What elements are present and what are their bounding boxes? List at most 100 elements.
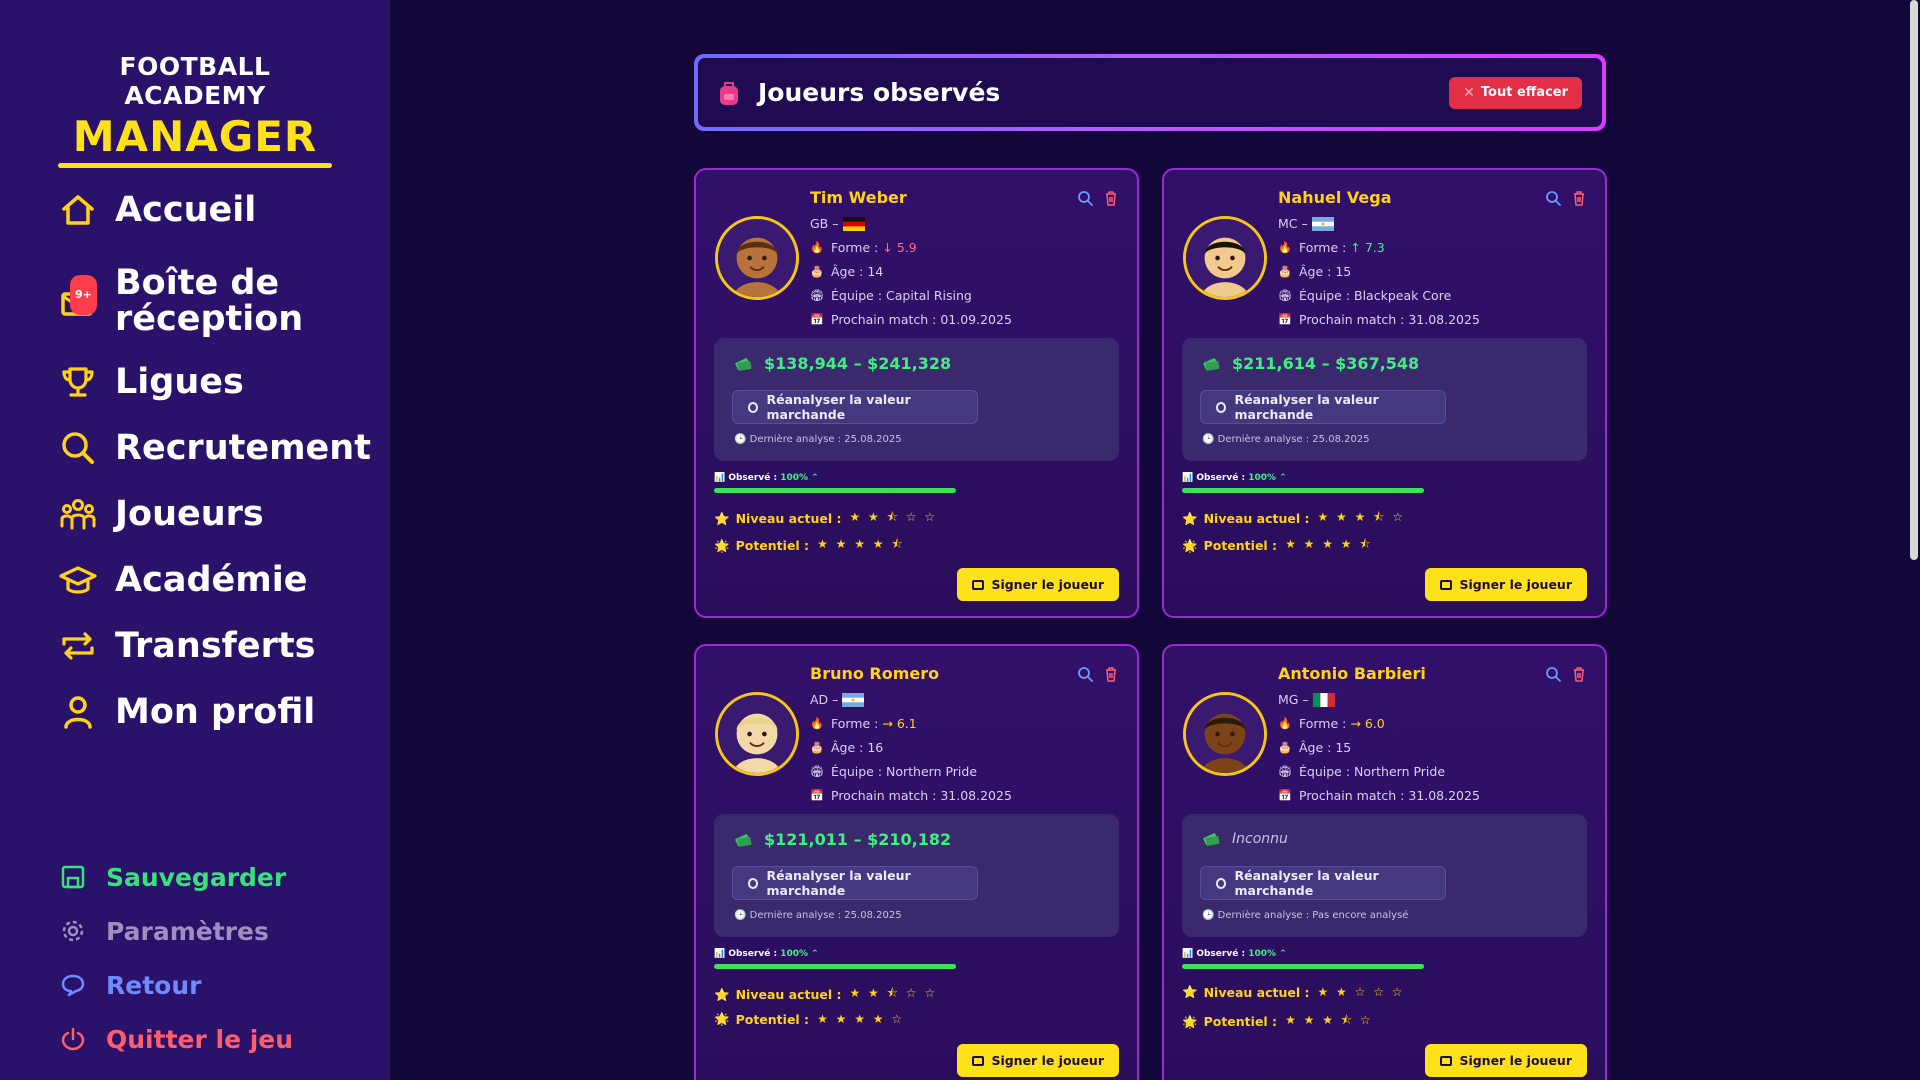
player-team: 🏟 Équipe : Capital Rising bbox=[810, 284, 1012, 308]
nav-item-joueurs[interactable]: Joueurs bbox=[58, 494, 264, 534]
forme-arrow-icon: ↓ bbox=[882, 240, 893, 255]
observed-percent: 100% bbox=[780, 949, 808, 959]
refresh-icon bbox=[748, 877, 759, 889]
market-value-text: $138,944 – $241,328 bbox=[764, 354, 952, 373]
observed-progress-fill bbox=[1182, 964, 1424, 969]
up-chevron-icon: ⌃ bbox=[811, 949, 819, 959]
nav-item-inbox[interactable]: 9+ Boîte de réception bbox=[58, 265, 303, 337]
star-icon: ⭐ bbox=[1182, 984, 1198, 999]
nav-item-transferts[interactable]: Transferts bbox=[58, 626, 315, 666]
player-name[interactable]: Antonio Barbieri bbox=[1278, 664, 1426, 683]
user-icon bbox=[58, 692, 98, 732]
search-icon[interactable] bbox=[1545, 190, 1561, 206]
money-icon bbox=[735, 357, 752, 371]
reanalyze-button[interactable]: Réanalyser la valeur marchande bbox=[732, 390, 978, 424]
player-name[interactable]: Bruno Romero bbox=[810, 664, 939, 683]
settings-button[interactable]: Paramètres bbox=[60, 904, 293, 958]
nav-item-ligues[interactable]: Ligues bbox=[58, 362, 244, 402]
player-forme: 🔥 Forme : ↑ 7.3 bbox=[1278, 236, 1480, 260]
search-icon[interactable] bbox=[1077, 190, 1093, 206]
up-chevron-icon: ⌃ bbox=[1279, 473, 1287, 483]
clear-all-label: Tout effacer bbox=[1480, 85, 1568, 100]
sign-player-button[interactable]: Signer le joueur bbox=[957, 568, 1119, 601]
market-value-box: $138,944 – $241,328 Réanalyser la valeur… bbox=[714, 338, 1119, 461]
player-name[interactable]: Nahuel Vega bbox=[1278, 188, 1391, 207]
logo-main-text: MANAGER bbox=[72, 112, 318, 161]
trash-icon[interactable] bbox=[1103, 666, 1119, 682]
cake-icon: 🎂 bbox=[1278, 265, 1292, 278]
player-info: AD – 🔥 Forme : → 6.1 🎂 Âge : 16 🏟 Équipe : No… bbox=[810, 688, 1012, 808]
player-forme: 🔥 Forme : → 6.0 bbox=[1278, 712, 1480, 736]
player-name[interactable]: Tim Weber bbox=[810, 188, 907, 207]
current-level: ⭐ Niveau actuel : ★ ★ ⯪ ☆ ☆ bbox=[714, 508, 937, 529]
current-level-stars: ★ ★ ☆ ☆ ☆ bbox=[1317, 985, 1405, 999]
nav-item-profil[interactable]: Mon profil bbox=[58, 692, 315, 732]
sparkle-icon: 🌟 bbox=[714, 537, 730, 553]
trash-icon[interactable] bbox=[1103, 190, 1119, 206]
market-value-box: Inconnu Réanalyser la valeur marchande 🕒… bbox=[1182, 814, 1587, 937]
reanalyze-label: Réanalyser la valeur marchande bbox=[1234, 392, 1379, 422]
nav-item-accueil[interactable]: Accueil bbox=[58, 190, 256, 230]
chart-icon: 📊 bbox=[1182, 949, 1197, 959]
player-next-match: 📅 Prochain match : 31.08.2025 bbox=[810, 784, 1012, 808]
market-value: $211,614 – $367,548 bbox=[1202, 354, 1419, 373]
forme-value: 7.3 bbox=[1364, 240, 1385, 255]
chart-icon: 📊 bbox=[714, 949, 729, 959]
forme-label: Forme : bbox=[1299, 716, 1347, 731]
potential-stars: ★ ★ ★ ★ ☆ bbox=[817, 1012, 905, 1026]
sign-player-button[interactable]: Signer le joueur bbox=[1425, 1044, 1587, 1077]
player-avatar bbox=[715, 216, 799, 300]
sign-player-label: Signer le joueur bbox=[1459, 1053, 1572, 1068]
observed-percent: 100% bbox=[780, 473, 808, 483]
sign-player-button[interactable]: Signer le joueur bbox=[957, 1044, 1119, 1077]
reanalyze-button[interactable]: Réanalyser la valeur marchande bbox=[1200, 866, 1446, 900]
last-analysis: 🕒 Dernière analyse : 25.08.2025 bbox=[734, 910, 902, 921]
trash-icon[interactable] bbox=[1571, 190, 1587, 206]
search-icon[interactable] bbox=[1545, 666, 1561, 682]
observed-label: Observé : bbox=[728, 949, 778, 959]
nav-item-recrutement[interactable]: Recrutement bbox=[58, 428, 371, 468]
app-logo: FOOTBALL ACADEMY MANAGER bbox=[58, 52, 332, 168]
nav-item-academie[interactable]: Académie bbox=[58, 560, 307, 600]
potential-level: 🌟 Potentiel : ★ ★ ★ ★ ⯪ bbox=[1182, 535, 1373, 556]
flag-italy-icon bbox=[1312, 693, 1335, 707]
market-value-box: $211,614 – $367,548 Réanalyser la valeur… bbox=[1182, 338, 1587, 461]
current-level-stars: ★ ★ ⯪ ☆ ☆ bbox=[849, 510, 938, 524]
market-value-text: $211,614 – $367,548 bbox=[1232, 354, 1420, 373]
card-tools bbox=[1545, 666, 1587, 682]
quit-button[interactable]: Quitter le jeu bbox=[60, 1012, 293, 1066]
search-icon[interactable] bbox=[1077, 666, 1093, 682]
nav-label: Recrutement bbox=[115, 428, 371, 468]
sign-player-button[interactable]: Signer le joueur bbox=[1425, 568, 1587, 601]
clock-icon: 🕒 bbox=[1202, 910, 1218, 921]
briefcase-icon bbox=[972, 1055, 985, 1066]
last-analysis-text: Dernière analyse : 25.08.2025 bbox=[749, 434, 902, 445]
graduation-cap-icon bbox=[58, 560, 98, 600]
calendar-icon: 📅 bbox=[810, 313, 824, 326]
card-tools bbox=[1077, 190, 1119, 206]
potential-level: 🌟 Potentiel : ★ ★ ★ ★ ⯪ bbox=[714, 535, 905, 556]
player-position: AD – bbox=[810, 688, 1012, 712]
nav-label: Joueurs bbox=[115, 494, 264, 534]
logo-underline bbox=[58, 163, 332, 168]
player-age: 🎂 Âge : 15 bbox=[1278, 736, 1480, 760]
save-icon bbox=[61, 865, 85, 889]
market-value-box: $121,011 – $210,182 Réanalyser la valeur… bbox=[714, 814, 1119, 937]
reanalyze-button[interactable]: Réanalyser la valeur marchande bbox=[1200, 390, 1446, 424]
trash-icon[interactable] bbox=[1571, 666, 1587, 682]
scrollbar[interactable] bbox=[1910, 0, 1918, 560]
reanalyze-button[interactable]: Réanalyser la valeur marchande bbox=[732, 866, 978, 900]
watched-players-header: Joueurs observés ✕ Tout effacer bbox=[694, 54, 1606, 131]
flag-germany-icon bbox=[842, 217, 865, 231]
potential-label: Potentiel : bbox=[1203, 1014, 1278, 1029]
feedback-button[interactable]: Retour bbox=[60, 958, 293, 1012]
sign-player-label: Signer le joueur bbox=[991, 577, 1104, 592]
market-value-text: Inconnu bbox=[1232, 831, 1288, 847]
current-level: ⭐ Niveau actuel : ★ ★ ☆ ☆ ☆ bbox=[1182, 984, 1405, 1000]
observed-progress-bar bbox=[1182, 488, 1424, 493]
clear-all-button[interactable]: ✕ Tout effacer bbox=[1449, 76, 1582, 109]
save-button[interactable]: Sauvegarder bbox=[60, 850, 293, 904]
refresh-icon bbox=[1216, 401, 1227, 413]
next-match-text: Prochain match : 01.09.2025 bbox=[831, 312, 1012, 327]
money-icon bbox=[1203, 357, 1220, 371]
